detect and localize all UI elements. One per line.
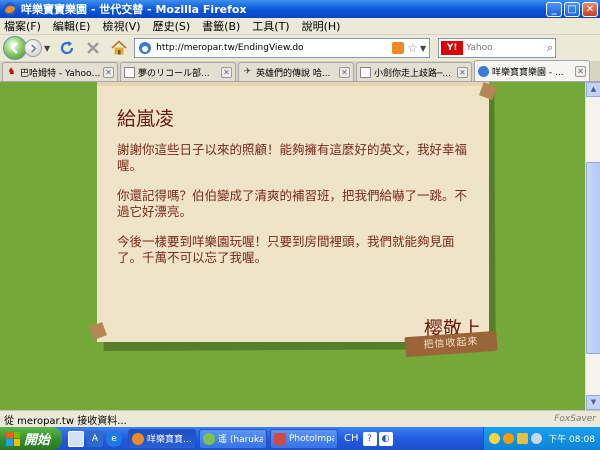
home-icon (111, 40, 127, 55)
plane-favicon-icon: ✈ (243, 66, 252, 77)
letter-paragraph: 你還記得嗎？伯伯變成了清爽的補習班，把我們給嚇了一跳。不過它好漂亮。 (117, 188, 468, 219)
menu-view[interactable]: 檢視(V) (102, 18, 140, 34)
reload-button[interactable] (56, 37, 78, 59)
history-dropdown-icon[interactable]: ▼ (44, 44, 50, 53)
page-favicon-icon (124, 66, 135, 78)
tab-little-sword[interactable]: 小劍你走上歧路─... ✕ (356, 62, 472, 81)
site-favicon-icon (139, 42, 152, 54)
letter-card: 給嵐凌 謝謝你這些日子以來的照顧！能夠擁有這麼好的英文，我好幸福喔。 你還記得嗎… (89, 82, 497, 342)
minimize-button[interactable]: _ (546, 1, 562, 17)
home-button[interactable] (108, 37, 130, 59)
menu-bar: 檔案(F) 編輯(E) 檢視(V) 歷史(S) 書籤(B) 工具(T) 說明(H… (0, 18, 600, 35)
tab-bahamut[interactable]: ♞ 巴哈姆特 - Yahoo!... ✕ (2, 62, 118, 81)
tab-hero-legend[interactable]: ✈ 英雄們的傳說 哈... ✕ (238, 62, 354, 81)
vertical-scrollbar[interactable]: ▲ ▼ (585, 82, 600, 410)
windows-flag-icon (6, 431, 20, 446)
taskbar-photoimpact[interactable]: PhotoImpac... (270, 428, 338, 449)
internet-explorer-icon[interactable]: e (106, 430, 122, 447)
maximize-button[interactable]: □ (564, 1, 580, 17)
url-dropdown-icon[interactable]: ▼ (420, 44, 426, 53)
page-content: 給嵐凌 謝謝你這些日子以來的照顧！能夠擁有這麼好的英文，我好幸福喔。 你還記得嗎… (0, 82, 585, 410)
status-text: 從 meropar.tw 接收資料... (4, 415, 127, 427)
chat-icon (203, 432, 215, 445)
yahoo-engine-icon[interactable]: Y! (441, 41, 464, 55)
forward-arrow-icon (30, 43, 37, 53)
page-favicon-icon (360, 66, 371, 78)
menu-history[interactable]: 歷史(S) (153, 18, 191, 34)
tray-icon[interactable] (489, 433, 501, 444)
url-input[interactable] (156, 43, 391, 53)
stop-icon (87, 42, 100, 54)
ime-mode-icon[interactable]: ◐ (378, 431, 393, 446)
tab-meropar[interactable]: 咩樂寶寶樂園 - ... ✕ (474, 60, 590, 81)
menu-bookmarks[interactable]: 書籤(B) (202, 18, 240, 34)
letter-paragraph: 今後一樣要到咩樂園玩喔！只要到房間裡頭，我們就能夠見面了。千萬不可以忘了我喔。 (117, 234, 455, 265)
clock[interactable]: 下午 08:08 (548, 432, 595, 445)
show-desktop-icon[interactable] (68, 430, 84, 447)
close-window-button[interactable]: ✕ (582, 1, 598, 17)
lock-icon[interactable] (517, 433, 529, 444)
bookmark-star-icon[interactable]: ☆ (407, 41, 418, 55)
menu-edit[interactable]: 編輯(E) (53, 18, 91, 34)
menu-tools[interactable]: 工具(T) (252, 18, 289, 34)
messenger-icon[interactable]: A (87, 430, 103, 447)
search-box[interactable]: Y! ⌕ (438, 38, 557, 58)
back-arrow-icon (10, 42, 18, 54)
taskbar: 開始 A e 咩樂寶寶... 遙 (haruka_... PhotoImpac.… (0, 427, 600, 450)
tab-close-icon[interactable]: ✕ (457, 66, 468, 78)
window-title: 咩樂寶寶樂園 - 世代交替 - Mozilla Firefox (21, 3, 247, 16)
firefox-icon (3, 2, 17, 16)
tab-close-icon[interactable]: ✕ (103, 66, 114, 78)
tab-close-icon[interactable]: ✕ (339, 66, 350, 78)
tab-dream-recall[interactable]: 夢のリコール部... ✕ (120, 62, 236, 81)
url-bar[interactable]: ☆ ▼ (134, 38, 431, 58)
taskbar-chat[interactable]: 遙 (haruka_... (199, 428, 267, 449)
dragon-favicon-icon: ♞ (7, 66, 16, 77)
language-indicator[interactable]: CH (344, 433, 359, 444)
tab-strip: ♞ 巴哈姆特 - Yahoo!... ✕ 夢のリコール部... ✕ ✈ 英雄們的… (0, 60, 600, 82)
system-tray: 下午 08:08 (483, 427, 600, 450)
photoimpact-icon (274, 432, 286, 445)
tab-close-icon[interactable]: ✕ (221, 66, 232, 78)
tab-close-icon[interactable]: ✕ (575, 65, 586, 77)
letter-corner-decoration (89, 322, 107, 340)
quick-launch: A e (68, 430, 125, 447)
ime-icon[interactable]: ? (362, 431, 377, 446)
scroll-thumb[interactable] (586, 162, 600, 354)
search-input[interactable] (466, 43, 531, 53)
reload-icon (61, 41, 74, 55)
start-button[interactable]: 開始 (0, 427, 62, 450)
taskbar-firefox[interactable]: 咩樂寶寶... (128, 428, 196, 449)
rss-feed-icon[interactable] (392, 42, 405, 54)
menu-file[interactable]: 檔案(F) (4, 18, 41, 34)
letter-body: 謝謝你這些日子以來的照顧！能夠擁有這麼好的英文，我好幸福喔。 你還記得嗎？伯伯變… (117, 142, 472, 280)
letter-greeting: 給嵐凌 (117, 108, 175, 130)
volume-icon[interactable] (531, 433, 543, 444)
status-bar: 從 meropar.tw 接收資料... FoxSaver (0, 410, 600, 427)
scroll-up-icon[interactable]: ▲ (586, 82, 600, 97)
foxsaver-addon[interactable]: FoxSaver (554, 414, 596, 424)
scroll-down-icon[interactable]: ▼ (586, 395, 600, 410)
search-icon[interactable]: ⌕ (547, 41, 553, 55)
menu-help[interactable]: 說明(H) (302, 18, 341, 34)
letter-paragraph: 謝謝你這些日子以來的照顧！能夠擁有這麼好的英文，我好幸福喔。 (117, 142, 468, 173)
site-favicon-icon (478, 65, 489, 77)
stop-button[interactable] (82, 37, 104, 59)
start-label: 開始 (24, 433, 51, 448)
forward-button[interactable] (24, 39, 42, 57)
tray-icon[interactable] (503, 433, 515, 444)
firefox-icon (132, 432, 144, 445)
navigation-toolbar: ▼ ☆ ▼ Y! ⌕ (0, 35, 600, 61)
window-titlebar[interactable]: 咩樂寶寶樂園 - 世代交替 - Mozilla Firefox _ □ ✕ (0, 0, 600, 18)
